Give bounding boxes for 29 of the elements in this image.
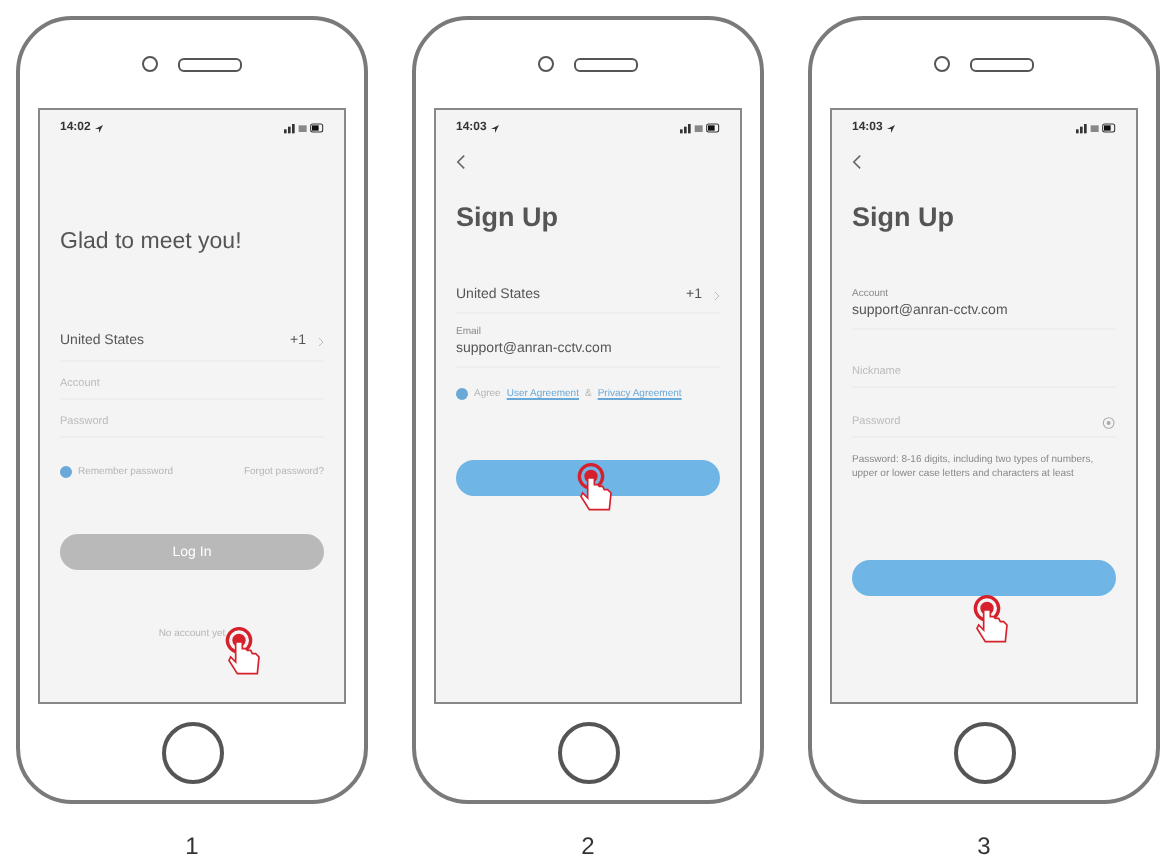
speaker-slot	[178, 57, 242, 71]
step-number: 3	[977, 832, 991, 860]
camera-dot	[142, 56, 158, 72]
location-arrow-icon	[490, 123, 501, 133]
status-icons-drawing	[1076, 122, 1116, 134]
location-arrow-icon	[94, 123, 105, 133]
page-title: Sign Up	[456, 202, 560, 232]
speaker-slot	[574, 57, 638, 71]
submit-button[interactable]	[456, 460, 720, 496]
speaker-slot	[970, 57, 1034, 71]
step-number: 2	[581, 832, 595, 860]
chevron-right-icon	[714, 289, 720, 301]
home-button[interactable]	[953, 721, 1015, 783]
agree-checkbox[interactable]	[456, 388, 468, 400]
tap-hand-icon	[224, 626, 264, 678]
home-button[interactable]	[161, 721, 223, 783]
camera-dot	[538, 56, 554, 72]
status-icons-drawing	[680, 122, 720, 134]
location-arrow-icon	[886, 123, 897, 133]
tap-hand-icon	[576, 462, 616, 514]
remember-checkbox[interactable]	[60, 466, 72, 478]
home-button[interactable]	[557, 721, 619, 783]
page-title: Sign Up	[852, 202, 956, 232]
step-number: 1	[185, 832, 199, 860]
camera-dot	[934, 56, 950, 72]
status-icons-drawing	[284, 122, 324, 134]
greeting-heading: Glad to meet you!	[60, 230, 244, 254]
tap-hand-icon	[972, 594, 1012, 646]
chevron-right-icon	[318, 335, 324, 347]
